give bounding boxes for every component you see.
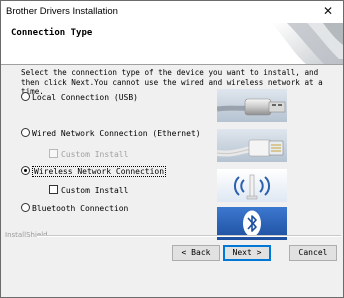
usb-cable-icon: [217, 89, 287, 122]
cancel-button[interactable]: Cancel: [289, 245, 337, 261]
header-decoration-icon: [271, 23, 343, 64]
footer-divider: [37, 235, 341, 237]
option-wireless-custom-install[interactable]: Custom Install: [49, 185, 128, 197]
wireless-custom-install-checkbox[interactable]: [49, 185, 58, 194]
bluetooth-radio[interactable]: [21, 203, 30, 212]
wireless-custom-install-label: Custom Install: [61, 186, 129, 195]
bluetooth-label: Bluetooth Connection: [32, 204, 129, 213]
option-bluetooth[interactable]: Bluetooth Connection: [21, 203, 128, 215]
ethernet-custom-install-label: Custom Install: [61, 150, 129, 159]
option-ethernet-custom-install: Custom Install: [49, 149, 128, 161]
option-wireless[interactable]: Wireless Network Connection: [21, 166, 167, 178]
wizard-header: Connection Type: [1, 23, 343, 65]
back-button[interactable]: < Back: [172, 245, 220, 261]
close-icon[interactable]: ✕: [321, 3, 335, 19]
next-button[interactable]: Next >: [223, 245, 271, 261]
installer-window: Brother Drivers Installation ✕ Connectio…: [0, 0, 344, 298]
ethernet-cable-icon: [217, 129, 287, 162]
usb-radio[interactable]: [21, 92, 30, 101]
wireless-label: Wireless Network Connection: [32, 166, 167, 177]
option-usb[interactable]: Local Connection (USB): [21, 92, 138, 104]
page-title: Connection Type: [11, 28, 93, 38]
ethernet-radio[interactable]: [21, 128, 30, 137]
usb-label: Local Connection (USB): [32, 93, 138, 102]
ethernet-label: Wired Network Connection (Ethernet): [32, 129, 201, 138]
wireless-icon: [217, 169, 287, 202]
title-bar[interactable]: Brother Drivers Installation ✕: [1, 1, 343, 23]
option-ethernet[interactable]: Wired Network Connection (Ethernet): [21, 128, 201, 140]
ethernet-custom-install-checkbox: [49, 149, 58, 158]
wireless-radio[interactable]: [21, 166, 30, 175]
window-title: Brother Drivers Installation: [6, 6, 118, 17]
